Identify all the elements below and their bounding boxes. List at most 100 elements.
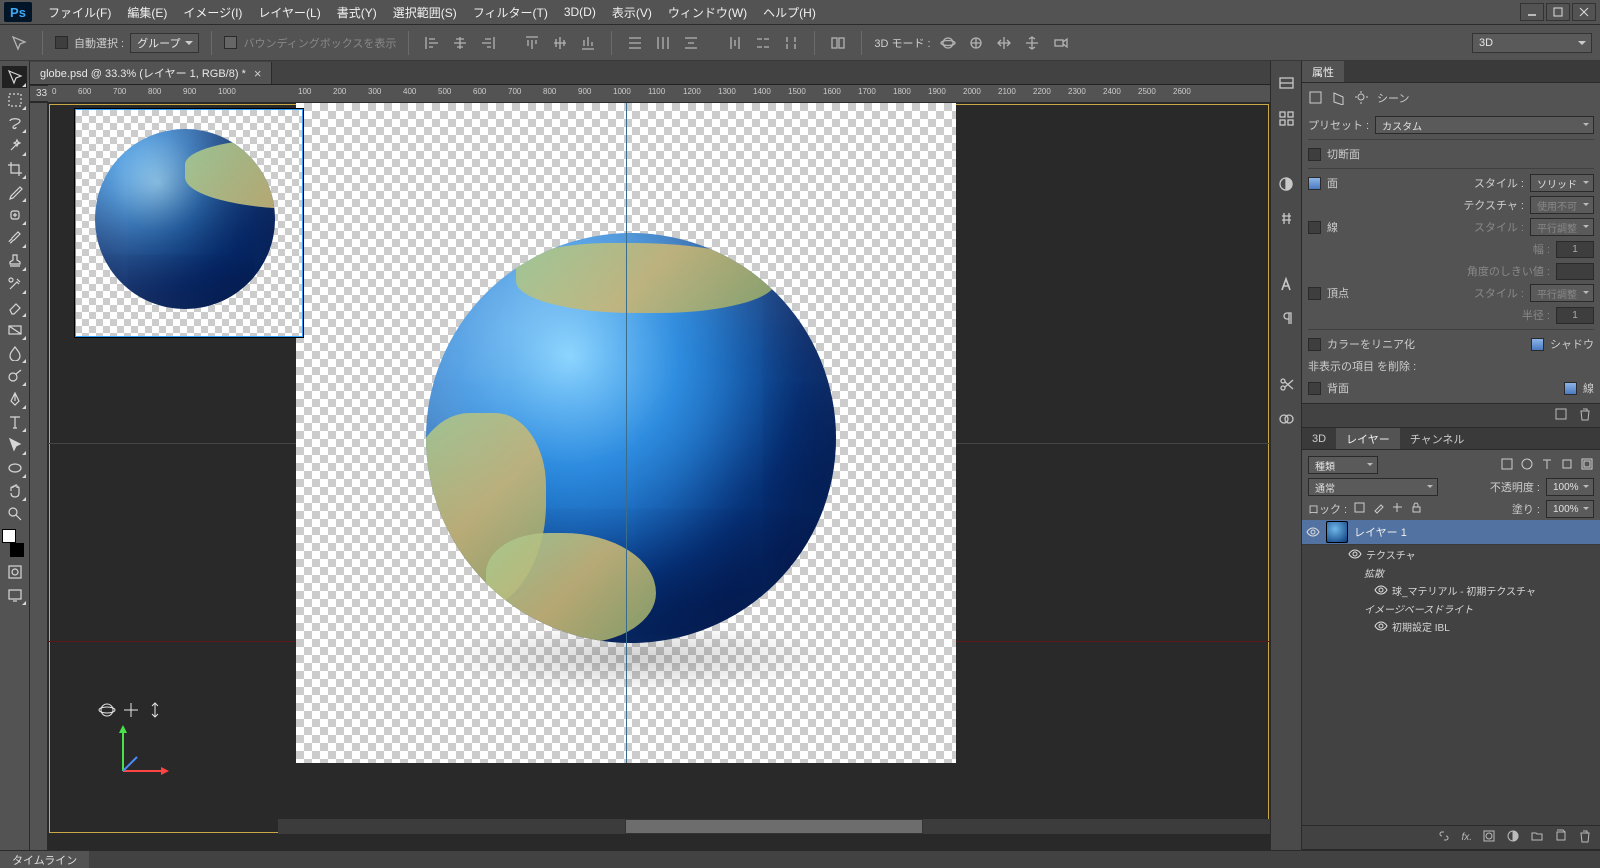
tool-type[interactable] (2, 411, 27, 433)
tool-quickmask[interactable] (2, 561, 27, 583)
link-icon[interactable] (1437, 829, 1451, 846)
dist-1-icon[interactable] (624, 32, 646, 54)
blend-mode-dd[interactable]: 通常 (1308, 478, 1438, 496)
window-close-button[interactable] (1572, 3, 1596, 21)
tool-screenmode[interactable] (2, 584, 27, 606)
filter-shape-icon[interactable] (1560, 457, 1574, 474)
filter-smart-icon[interactable] (1580, 457, 1594, 474)
zoom3d-icon[interactable] (1049, 32, 1071, 54)
menu-edit[interactable]: 編集(E) (119, 1, 175, 24)
menu-window[interactable]: ウィンドウ(W) (660, 1, 755, 24)
tool-history[interactable] (2, 273, 27, 295)
dist-4-icon[interactable] (724, 32, 746, 54)
angle-field[interactable] (1556, 263, 1594, 280)
menu-select[interactable]: 選択範囲(S) (385, 1, 465, 24)
dist-2-icon[interactable] (652, 32, 674, 54)
tool-path-select[interactable] (2, 434, 27, 456)
menu-3d[interactable]: 3D(D) (556, 2, 604, 22)
align-m-icon[interactable] (549, 32, 571, 54)
dock-color-icon[interactable] (1275, 73, 1297, 95)
window-maximize-button[interactable] (1546, 3, 1570, 21)
render-icon[interactable] (1554, 407, 1568, 424)
tool-wand[interactable] (2, 135, 27, 157)
filter-pixel-icon[interactable] (1500, 457, 1514, 474)
align-r-icon[interactable] (477, 32, 499, 54)
menu-file[interactable]: ファイル(F) (40, 1, 119, 24)
layer-name[interactable]: レイヤー 1 (1354, 524, 1407, 540)
tool-crop[interactable] (2, 158, 27, 180)
show-bbox-checkbox[interactable] (224, 36, 237, 49)
dist-5-icon[interactable] (752, 32, 774, 54)
fx-icon[interactable]: fx. (1461, 832, 1472, 843)
pan-icon[interactable] (993, 32, 1015, 54)
properties-tab[interactable]: 属性 (1302, 61, 1344, 82)
section-checkbox[interactable] (1308, 148, 1321, 161)
line-width-field[interactable] (1556, 241, 1594, 258)
line-style-dd[interactable]: 平行調整 (1530, 218, 1594, 236)
backface-checkbox[interactable] (1308, 382, 1321, 395)
radius-field[interactable] (1556, 307, 1594, 324)
roll-icon[interactable] (965, 32, 987, 54)
slide-icon[interactable] (1021, 32, 1043, 54)
tab-layers[interactable]: レイヤー (1336, 428, 1400, 449)
vertex-checkbox[interactable] (1308, 287, 1321, 300)
pan-control-icon[interactable] (122, 701, 140, 719)
menu-image[interactable]: イメージ(I) (175, 1, 250, 24)
globe-mesh[interactable] (426, 233, 836, 643)
dolly-control-icon[interactable] (146, 701, 164, 719)
tool-dodge[interactable] (2, 365, 27, 387)
lock-pos-icon[interactable] (1391, 501, 1404, 517)
layer-sub-diffuse[interactable]: 拡散 (1302, 563, 1600, 581)
layer-sub-textures[interactable]: テクスチャ (1302, 545, 1600, 563)
lock-all-icon[interactable] (1410, 501, 1423, 517)
tool-eraser[interactable] (2, 296, 27, 318)
filter-adjust-icon[interactable] (1520, 457, 1534, 474)
align-c-icon[interactable] (449, 32, 471, 54)
tool-heal[interactable] (2, 204, 27, 226)
layer-sub-sphere[interactable]: 球_マテリアル - 初期テクスチャ (1302, 581, 1600, 599)
new-layer-icon[interactable] (1554, 829, 1568, 846)
artboard[interactable] (296, 103, 956, 763)
vertex-style-dd[interactable]: 平行調整 (1530, 284, 1594, 302)
h-scrollbar[interactable] (278, 819, 1270, 834)
tab-3d[interactable]: 3D (1302, 428, 1336, 449)
3d-axis-widget[interactable] (113, 721, 173, 784)
fill-field[interactable]: 100% (1546, 500, 1594, 518)
lock-trans-icon[interactable] (1353, 501, 1366, 517)
layer-kind-dd[interactable]: 種類 (1308, 456, 1378, 474)
mask-icon[interactable] (1482, 829, 1496, 846)
timeline-tab[interactable]: タイムライン (0, 851, 89, 868)
secondary-view[interactable] (74, 108, 304, 338)
orbit-control-icon[interactable] (98, 701, 116, 719)
menu-help[interactable]: ヘルプ(H) (755, 1, 824, 24)
delete-icon[interactable] (1578, 829, 1592, 846)
line2-checkbox[interactable] (1564, 382, 1577, 395)
lock-paint-icon[interactable] (1372, 501, 1385, 517)
menu-view[interactable]: 表示(V) (604, 1, 660, 24)
texture-dd[interactable]: 使用不可 (1530, 196, 1594, 214)
trash-icon[interactable] (1578, 407, 1592, 424)
dock-styles-icon[interactable] (1275, 207, 1297, 229)
visibility-icon[interactable] (1306, 525, 1320, 539)
tool-gradient[interactable] (2, 319, 27, 341)
tool-hand[interactable] (2, 480, 27, 502)
canvas[interactable] (48, 103, 1270, 834)
menu-type[interactable]: 書式(Y) (329, 1, 385, 24)
linearize-checkbox[interactable] (1308, 338, 1321, 351)
auto-select-dropdown[interactable]: グループ (130, 33, 199, 53)
window-minimize-button[interactable] (1520, 3, 1544, 21)
workspace-dropdown[interactable]: 3D (1472, 33, 1592, 53)
menu-layer[interactable]: レイヤー(L) (250, 1, 328, 24)
dock-scissors-icon[interactable] (1275, 373, 1297, 395)
dock-para-icon[interactable] (1275, 307, 1297, 329)
filter-type-icon[interactable] (1540, 457, 1554, 474)
tool-shape[interactable] (2, 457, 27, 479)
material-icon[interactable] (1331, 90, 1346, 108)
align-l-icon[interactable] (421, 32, 443, 54)
fg-bg-color[interactable] (2, 529, 27, 557)
orbit-icon[interactable] (937, 32, 959, 54)
face-style-dd[interactable]: ソリッド (1530, 174, 1594, 192)
dock-adjust-icon[interactable] (1275, 173, 1297, 195)
auto-align-icon[interactable] (827, 32, 849, 54)
align-t-icon[interactable] (521, 32, 543, 54)
